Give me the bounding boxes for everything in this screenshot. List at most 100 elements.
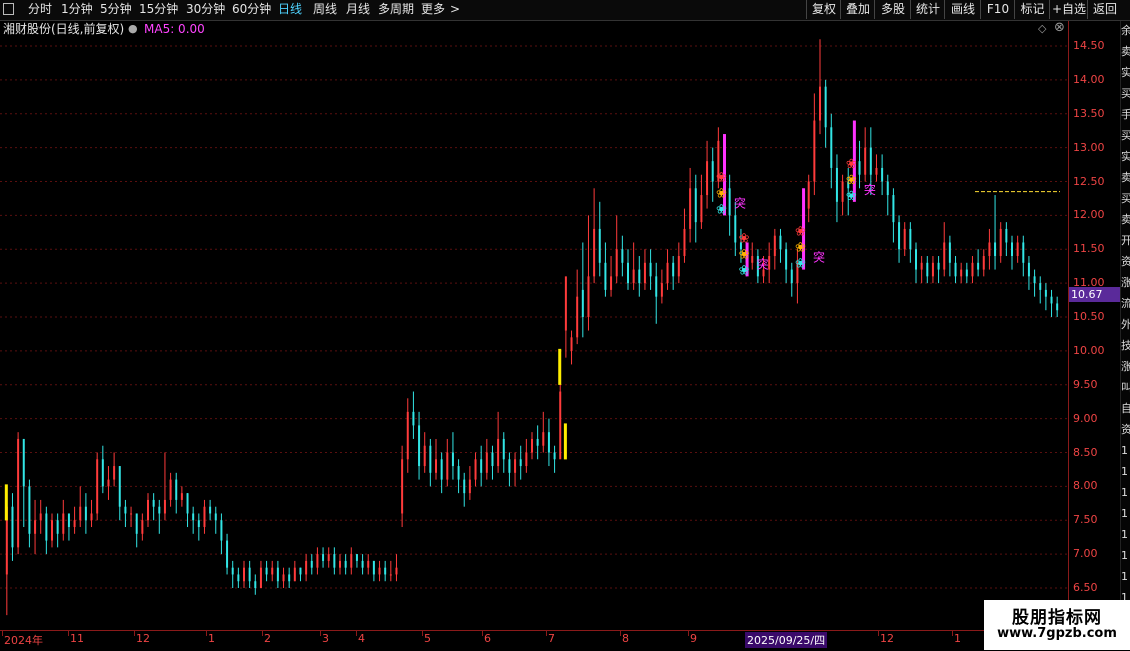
toolbar-button-6[interactable]: 标记 (1014, 0, 1050, 19)
candle-body (265, 567, 268, 575)
candle-body (988, 242, 991, 257)
candle-body (977, 262, 980, 270)
price-label: 14.00 (1073, 72, 1105, 86)
candle-body (734, 215, 737, 243)
price-label: 6.50 (1073, 581, 1098, 594)
candle-body (920, 262, 923, 270)
strip-char: 实 (1121, 67, 1130, 79)
price-label: 13.50 (1073, 106, 1105, 120)
period-tab-3[interactable]: 15分钟 (139, 0, 178, 19)
price-label: 8.00 (1073, 479, 1098, 493)
candlestick-chart[interactable]: ❀❀❀ 突❀❀❀ 突❀❀❀ 突❀❀❀ 突 (0, 38, 1068, 630)
candle-body (180, 493, 183, 500)
candle-body (909, 228, 912, 250)
time-label: 12 (880, 632, 894, 645)
candle-body (660, 283, 663, 297)
period-tab-1[interactable]: 1分钟 (61, 0, 93, 19)
candle-body (785, 249, 788, 270)
period-tab-7[interactable]: 周线 (313, 0, 337, 19)
time-tick (206, 631, 207, 636)
toolbar-button-8[interactable]: 返回 (1087, 0, 1122, 19)
time-label: 5 (424, 632, 431, 645)
toolbar-button-7[interactable]: +自选 (1049, 0, 1088, 19)
candle-body (51, 520, 53, 541)
candle-body (101, 459, 104, 487)
price-label: 9.00 (1073, 411, 1098, 425)
price-label: 7.00 (1073, 547, 1098, 561)
toolbar-button-5[interactable]: F10 (980, 0, 1015, 19)
strip-char: 手 (1121, 109, 1130, 121)
candle-body (192, 513, 195, 521)
butterfly-icon: ❀ (716, 186, 727, 201)
butterfly-icon: ❀ (846, 189, 857, 204)
candle-body (830, 127, 833, 168)
candle-body (864, 147, 867, 175)
strip-char: 1 (1121, 570, 1128, 583)
cursor-date-label: 2025/09/25/四 (745, 632, 828, 648)
candle-body (553, 452, 556, 460)
candle-body (858, 161, 861, 175)
period-tab-2[interactable]: 5分钟 (100, 0, 132, 19)
candle-body (147, 499, 149, 521)
strip-char: 买 (1121, 130, 1130, 142)
candle-body (293, 567, 296, 582)
candle-body (960, 269, 963, 277)
period-tab-5[interactable]: 60分钟 (232, 0, 271, 19)
candle-body (1005, 228, 1008, 243)
candle-body (841, 181, 844, 202)
candle-body (45, 513, 48, 541)
candle-body (67, 513, 70, 528)
time-label: 6 (484, 632, 491, 645)
candle-body (604, 262, 607, 290)
candle-body (62, 513, 65, 534)
candle-body (316, 554, 319, 568)
candle-body (90, 513, 93, 521)
toolbar-button-4[interactable]: 画线 (944, 0, 981, 19)
time-label: 9 (690, 632, 697, 645)
candle-body (169, 479, 172, 500)
period-tab-4[interactable]: 30分钟 (186, 0, 225, 19)
butterfly-icon: ❀ (795, 241, 806, 256)
strip-char: 资 (1121, 424, 1130, 436)
more-arrow-icon[interactable]: > (450, 0, 460, 19)
candle-body (248, 567, 251, 582)
candle-body (259, 567, 262, 588)
candle-body (118, 466, 121, 507)
signal-label: 突 (757, 256, 769, 271)
toolbar-button-0[interactable]: 复权 (806, 0, 841, 19)
time-tick (320, 631, 321, 636)
candle-body (73, 520, 76, 528)
candle-body (813, 120, 816, 182)
candle-body (627, 262, 629, 284)
diamond-icon[interactable]: ◇ (1038, 22, 1046, 35)
candle-body (372, 560, 375, 575)
butterfly-icon: ❀ (739, 247, 750, 262)
current-price-tag: 10.67 (1069, 287, 1121, 302)
settings-circle-icon[interactable]: ● (128, 21, 138, 37)
candle-body (638, 269, 641, 284)
time-label: 8 (622, 632, 629, 645)
candle-body (643, 262, 646, 284)
period-tab-6[interactable]: 日线 (278, 0, 302, 19)
candle-body (39, 513, 42, 521)
period-tab-8[interactable]: 月线 (346, 0, 370, 19)
candle-body (451, 452, 454, 467)
toolbar-button-3[interactable]: 统计 (910, 0, 945, 19)
candle-body (361, 560, 364, 568)
candle-body (288, 574, 291, 582)
candle-body (158, 506, 161, 514)
butterfly-icon: ❀ (846, 157, 857, 172)
period-tab-0[interactable]: 分时 (28, 0, 52, 19)
time-label: 2 (264, 632, 271, 645)
close-circle-icon[interactable]: ⊗ (1054, 20, 1065, 35)
candle-body (937, 262, 940, 270)
period-tab-10[interactable]: 更多 (421, 0, 445, 19)
toolbar-button-1[interactable]: 叠加 (840, 0, 875, 19)
window-icon[interactable] (3, 3, 14, 15)
butterfly-icon: ❀ (795, 257, 806, 272)
period-tab-9[interactable]: 多周期 (378, 0, 414, 19)
candle-body (214, 513, 217, 521)
toolbar-button-2[interactable]: 多股 (874, 0, 911, 19)
strip-char: 1 (1121, 444, 1128, 457)
candle-body (971, 262, 974, 277)
